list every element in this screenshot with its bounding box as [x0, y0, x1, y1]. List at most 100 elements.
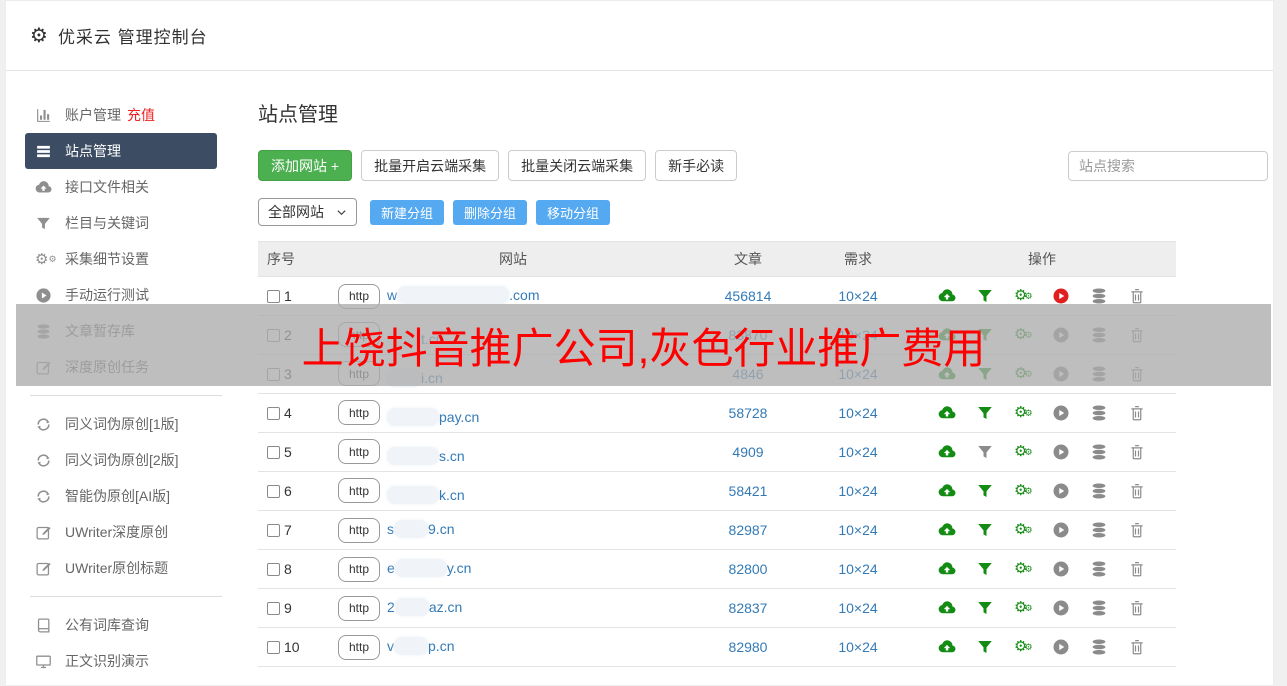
article-count-link[interactable]: 4909 [732, 444, 763, 460]
trash-icon[interactable] [1128, 560, 1146, 578]
cloud-upload-icon[interactable] [938, 287, 956, 305]
database-icon[interactable] [1090, 521, 1108, 539]
site-domain-link[interactable]: e y.cn [387, 559, 471, 577]
row-checkbox[interactable] [267, 562, 280, 576]
gears-icon[interactable]: ⚙⚙ [1014, 521, 1033, 539]
filter-icon[interactable] [976, 404, 994, 422]
play-icon[interactable] [1052, 287, 1070, 305]
filter-icon[interactable] [976, 560, 994, 578]
cloud-upload-icon[interactable] [938, 560, 956, 578]
filter-icon[interactable] [976, 482, 994, 500]
article-count-link[interactable]: 58421 [729, 483, 768, 499]
row-checkbox[interactable] [267, 601, 280, 615]
cloud-upload-icon[interactable] [938, 521, 956, 539]
row-checkbox[interactable] [267, 523, 280, 537]
database-icon[interactable] [1090, 599, 1108, 617]
beginner-guide-button[interactable]: 新手必读 [655, 150, 738, 181]
batch-open-collection-button[interactable]: 批量开启云端采集 [361, 150, 500, 181]
cloud-upload-icon[interactable] [938, 404, 956, 422]
http-protocol-button[interactable]: http [338, 517, 381, 543]
article-count-link[interactable]: 456814 [725, 288, 772, 304]
play-icon[interactable] [1052, 404, 1070, 422]
article-count-link[interactable]: 58728 [729, 405, 768, 421]
cloud-upload-icon[interactable] [938, 482, 956, 500]
move-group-button[interactable]: 移动分组 [536, 199, 611, 225]
sidebar-item-account[interactable]: 账户管理 充值 [25, 97, 217, 133]
gears-icon[interactable]: ⚙⚙ [1014, 287, 1033, 305]
database-icon[interactable] [1090, 287, 1108, 305]
site-domain-link[interactable]: pay.cn [387, 407, 479, 426]
filter-icon[interactable] [976, 638, 994, 656]
gears-icon[interactable]: ⚙⚙ [1014, 404, 1033, 422]
article-count-link[interactable]: 82837 [729, 600, 768, 616]
add-site-button[interactable]: 添加网站 + [258, 150, 353, 181]
trash-icon[interactable] [1128, 482, 1146, 500]
article-count-link[interactable]: 82987 [729, 522, 768, 538]
http-protocol-button[interactable]: http [338, 634, 381, 660]
play-icon[interactable] [1052, 599, 1070, 617]
play-icon[interactable] [1052, 560, 1070, 578]
play-icon[interactable] [1052, 638, 1070, 656]
site-domain-link[interactable]: v p.cn [387, 637, 454, 655]
new-group-button[interactable]: 新建分组 [370, 199, 445, 225]
delete-group-button[interactable]: 删除分组 [453, 199, 528, 225]
sidebar-item-synonym-v2[interactable]: 同义词伪原创[2版] [25, 442, 217, 478]
cloud-upload-icon[interactable] [938, 599, 956, 617]
gears-icon[interactable]: ⚙⚙ [1014, 638, 1033, 656]
batch-close-collection-button[interactable]: 批量关闭云端采集 [508, 150, 647, 181]
trash-icon[interactable] [1128, 521, 1146, 539]
gears-icon[interactable]: ⚙⚙ [1014, 560, 1033, 578]
trash-icon[interactable] [1128, 599, 1146, 617]
database-icon[interactable] [1090, 443, 1108, 461]
http-protocol-button[interactable]: http [338, 439, 381, 465]
article-count-link[interactable]: 82980 [729, 639, 768, 655]
cloud-upload-icon[interactable] [938, 443, 956, 461]
sidebar-item-ai-rewrite[interactable]: 智能伪原创[AI版] [25, 478, 217, 514]
site-search-input[interactable] [1068, 150, 1268, 181]
http-protocol-button[interactable]: http [338, 400, 381, 426]
play-icon[interactable] [1052, 482, 1070, 500]
sidebar-item-synonym-v1[interactable]: 同义词伪原创[1版] [25, 406, 217, 442]
sidebar-item-collection-settings[interactable]: ⚙ ⚙ 采集细节设置 [25, 241, 217, 277]
sidebar-item-uwriter-deep[interactable]: UWriter深度原创 [25, 514, 217, 550]
row-checkbox[interactable] [267, 406, 280, 420]
gears-icon[interactable]: ⚙⚙ [1014, 482, 1033, 500]
sidebar-item-sites[interactable]: 站点管理 [25, 133, 217, 169]
database-icon[interactable] [1090, 404, 1108, 422]
row-checkbox[interactable] [267, 289, 280, 303]
cloud-upload-icon[interactable] [938, 638, 956, 656]
trash-icon[interactable] [1128, 404, 1146, 422]
http-protocol-button[interactable]: http [338, 478, 381, 504]
filter-icon[interactable] [976, 521, 994, 539]
play-icon[interactable] [1052, 521, 1070, 539]
row-checkbox[interactable] [267, 484, 280, 498]
database-icon[interactable] [1090, 482, 1108, 500]
row-checkbox[interactable] [267, 445, 280, 459]
gears-icon[interactable]: ⚙⚙ [1014, 599, 1033, 617]
http-protocol-button[interactable]: http [338, 556, 381, 582]
sidebar-item-interface-files[interactable]: 接口文件相关 [25, 169, 217, 205]
site-domain-link[interactable]: w .com [387, 286, 539, 304]
filter-icon[interactable] [976, 287, 994, 305]
sidebar-item-public-thesaurus[interactable]: 公有词库查询 [25, 607, 217, 643]
trash-icon[interactable] [1128, 638, 1146, 656]
filter-icon[interactable] [976, 443, 994, 461]
trash-icon[interactable] [1128, 287, 1146, 305]
database-icon[interactable] [1090, 560, 1108, 578]
site-group-select[interactable]: 全部网站 [258, 198, 357, 226]
article-count-link[interactable]: 82800 [729, 561, 768, 577]
gears-icon[interactable]: ⚙⚙ [1014, 443, 1033, 461]
row-checkbox[interactable] [267, 640, 280, 654]
sidebar-item-columns-keywords[interactable]: 栏目与关键词 [25, 205, 217, 241]
sidebar-item-content-recognition[interactable]: 正文识别演示 [25, 643, 217, 679]
sidebar-item-uwriter-title[interactable]: UWriter原创标题 [25, 550, 217, 586]
site-domain-link[interactable]: s 9.cn [387, 520, 454, 538]
http-protocol-button[interactable]: http [338, 595, 381, 621]
trash-icon[interactable] [1128, 443, 1146, 461]
site-domain-link[interactable]: 2 az.cn [387, 598, 462, 616]
play-icon[interactable] [1052, 443, 1070, 461]
filter-icon[interactable] [976, 599, 994, 617]
database-icon[interactable] [1090, 638, 1108, 656]
recharge-link[interactable]: 充值 [127, 105, 155, 125]
site-domain-link[interactable]: s.cn [387, 446, 465, 465]
